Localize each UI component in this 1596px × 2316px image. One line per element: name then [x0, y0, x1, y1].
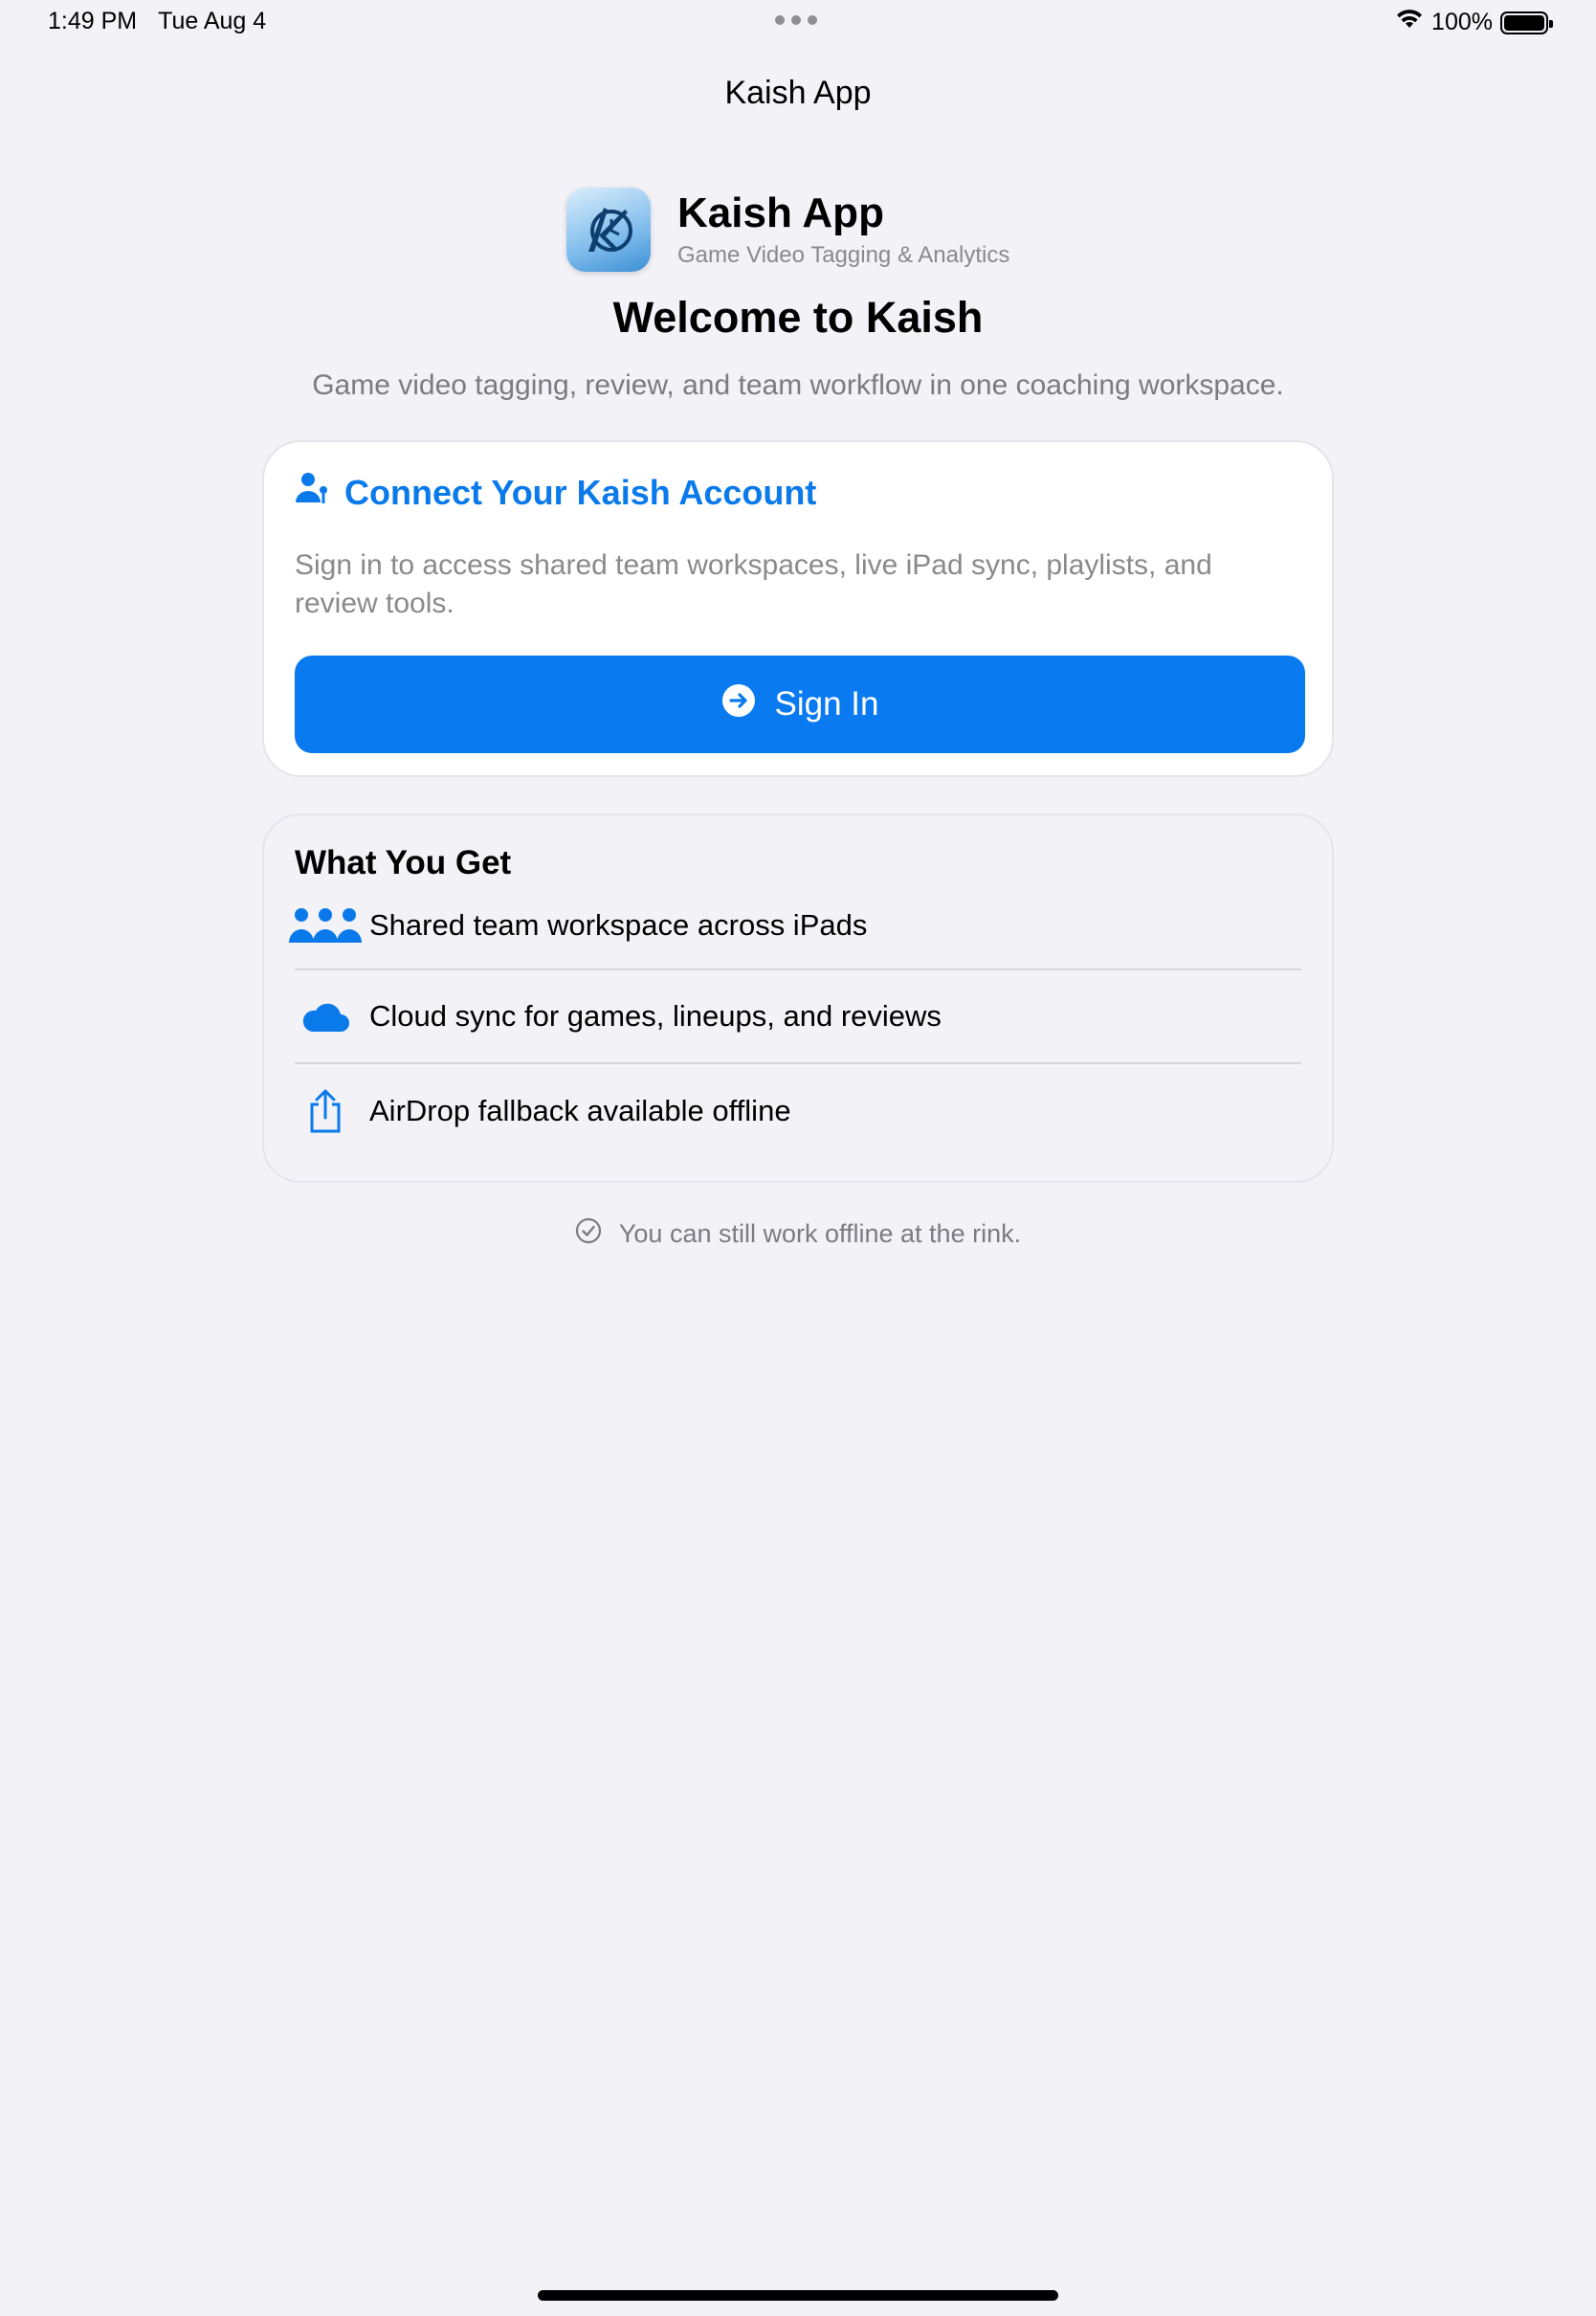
- app-header-text: Kaish App Game Video Tagging & Analytics: [677, 189, 1010, 269]
- cloud-icon: [287, 999, 364, 1034]
- features-title: What You Get: [295, 844, 512, 881]
- connect-title: Connect Your Kaish Account: [344, 472, 817, 512]
- status-time: 1:49 PM: [48, 8, 138, 34]
- home-indicator[interactable]: [538, 2290, 1058, 2301]
- feature-label: Shared team workspace across iPads: [369, 908, 868, 942]
- checkmark-circle-icon: [575, 1217, 602, 1251]
- share-icon: [287, 1089, 364, 1133]
- tagline: Game video tagging, review, and team wor…: [312, 369, 1284, 401]
- list-item: Cloud sync for games, lineups, and revie…: [295, 970, 1301, 1064]
- multitasking-dots-icon[interactable]: [775, 15, 817, 25]
- person-key-icon: [295, 471, 331, 514]
- welcome-title: Welcome to Kaish: [612, 293, 984, 342]
- sign-in-button[interactable]: Sign In: [295, 656, 1305, 753]
- app-header: Kaish App Game Video Tagging & Analytics: [566, 188, 1009, 272]
- status-left: 1:49 PM Tue Aug 4: [48, 8, 266, 35]
- status-right: 100%: [1395, 8, 1553, 37]
- wifi-icon: [1395, 8, 1424, 37]
- app-logo-icon: [566, 188, 651, 272]
- list-item: Shared team workspace across iPads: [289, 882, 1301, 970]
- battery-percent: 100%: [1431, 9, 1493, 35]
- status-bar: 1:49 PM Tue Aug 4 100%: [0, 0, 1596, 46]
- app-subtitle: Game Video Tagging & Analytics: [677, 242, 1010, 269]
- feature-label: AirDrop fallback available offline: [369, 1094, 791, 1127]
- arrow-right-circle-icon: [721, 683, 756, 726]
- connect-account-card: Connect Your Kaish Account Sign in to ac…: [262, 440, 1334, 777]
- sign-in-label: Sign In: [774, 685, 879, 723]
- connect-title-row: Connect Your Kaish Account: [295, 471, 1301, 514]
- nav-title: Kaish App: [724, 75, 872, 111]
- screen: 1:49 PM Tue Aug 4 100% Kaish App Kaish A…: [0, 0, 1596, 2316]
- people-icon: [287, 906, 364, 945]
- app-name: Kaish App: [677, 189, 884, 236]
- battery-icon: [1500, 11, 1553, 34]
- list-item: AirDrop fallback available offline: [295, 1064, 1301, 1158]
- connect-description: Sign in to access shared team workspaces…: [295, 549, 1212, 619]
- what-you-get-card: What You Get Shared team workspace acros…: [262, 813, 1334, 1183]
- offline-note-text: You can still work offline at the rink.: [618, 1219, 1022, 1248]
- offline-note: You can still work offline at the rink.: [0, 1217, 1596, 1251]
- feature-label: Cloud sync for games, lineups, and revie…: [369, 999, 942, 1033]
- status-date: Tue Aug 4: [158, 8, 267, 34]
